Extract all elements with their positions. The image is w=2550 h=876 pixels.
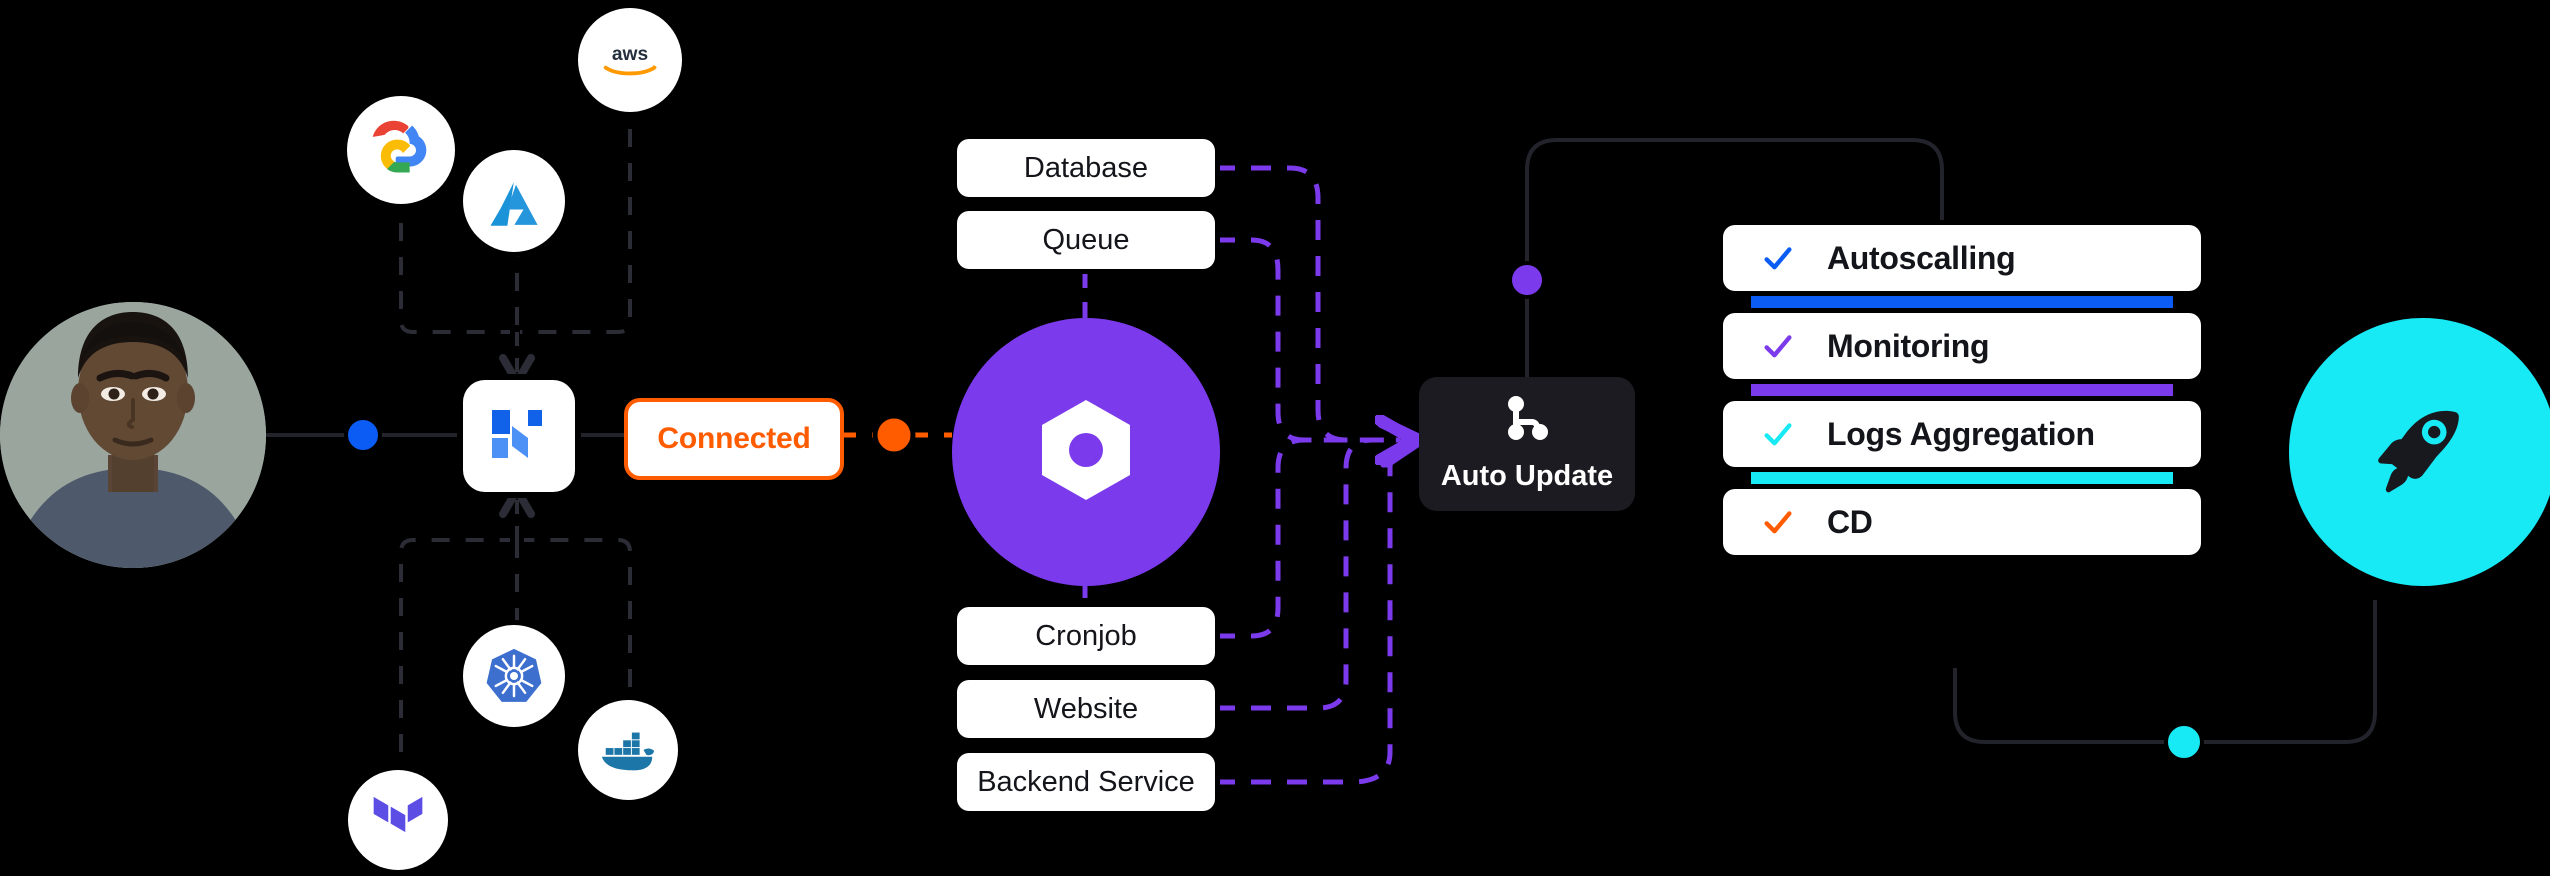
git-branch-icon [1505,395,1549,446]
auto-update-card[interactable]: Auto Update [1419,377,1635,511]
service-pill-cronjob[interactable]: Cronjob [957,607,1215,665]
hexagon-nut-icon [1038,398,1134,507]
checklist-item-label: CD [1827,503,1873,540]
tool-chip-docker[interactable] [578,700,678,800]
check-icon [1764,247,1792,270]
docker-icon [597,724,659,776]
service-pill-backend-service[interactable]: Backend Service [957,753,1215,811]
service-label: Cronjob [1035,619,1137,652]
service-label: Database [1023,151,1149,184]
checklist-bar-autoscalling [1751,291,2173,313]
hub-node[interactable] [952,318,1220,586]
status-badge-connected[interactable]: Connected [624,398,844,480]
dot-autoupdate-top [1508,261,1546,299]
checklist-item-cd[interactable]: CD [1723,489,2201,555]
checklist-item-label: Autoscalling [1827,239,2016,276]
provider-chip-azure[interactable] [463,150,565,252]
kubernetes-icon [483,645,545,707]
service-pill-queue[interactable]: Queue [957,211,1215,269]
google-cloud-icon [370,119,432,181]
dot-connected-link [872,413,916,457]
status-badge-label: Connected [657,422,811,455]
provider-chip-google-cloud[interactable] [347,96,455,204]
service-label: Backend Service [977,765,1195,798]
platform-node[interactable] [463,380,575,492]
provider-chip-aws[interactable]: aws [578,8,682,112]
service-label: Queue [1042,223,1130,256]
checklist-item-autoscalling[interactable]: Autoscalling [1723,225,2201,291]
svg-text:aws: aws [612,44,648,65]
terraform-icon [373,792,423,848]
platform-logo-icon [486,404,552,469]
tool-chip-kubernetes[interactable] [463,625,565,727]
deploy-node[interactable] [2289,318,2550,586]
rocket-icon [2367,394,2479,511]
service-pill-website[interactable]: Website [957,680,1215,738]
check-icon [1764,511,1792,534]
checklist-item-monitoring[interactable]: Monitoring [1723,313,2201,379]
aws-icon: aws [598,40,662,80]
tool-chip-terraform[interactable] [348,770,448,870]
diagram-canvas: aws Connected Database Queue Cronjob Web… [0,0,2550,876]
checklist-item-logs-aggregation[interactable]: Logs Aggregation [1723,401,2201,467]
check-icon [1764,335,1792,358]
feature-checklist: Autoscalling Monitoring Logs Aggregation… [1723,225,2201,555]
checklist-bar-monitoring [1751,379,2173,401]
dot-user-link [344,416,382,454]
azure-icon [485,172,543,230]
service-pill-database[interactable]: Database [957,139,1215,197]
auto-update-label: Auto Update [1440,460,1614,492]
checklist-item-label: Logs Aggregation [1827,415,2095,452]
dot-deploy-bottom [2164,722,2204,762]
checklist-item-label: Monitoring [1827,327,1990,364]
checklist-bar-logs-aggregation [1751,467,2173,489]
service-label: Website [1033,692,1139,725]
check-icon [1764,423,1792,446]
